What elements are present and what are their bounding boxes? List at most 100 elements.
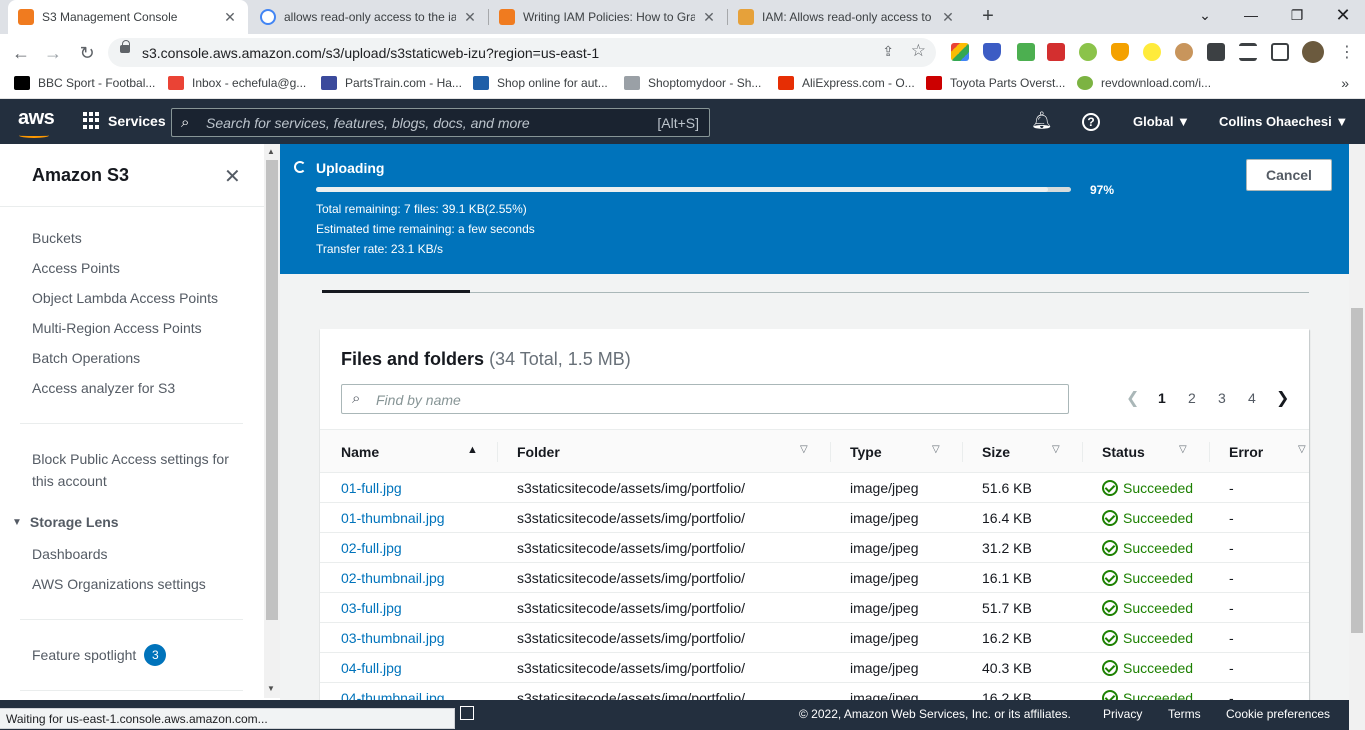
sidebar-item-dashboards[interactable]: Dashboards — [32, 543, 108, 565]
column-header-size[interactable]: Size — [982, 444, 1010, 460]
filter-caret-icon[interactable]: ▽ — [932, 444, 940, 455]
sidebar-scrollbar[interactable]: ▲ ▼ — [264, 144, 280, 698]
close-window-icon[interactable]: ✕ — [1320, 0, 1365, 30]
page-4[interactable]: 4 — [1248, 390, 1256, 406]
close-tab-icon[interactable]: ✕ — [701, 9, 717, 26]
menu-kebab-icon[interactable]: ⋮ — [1334, 40, 1360, 66]
column-header-status[interactable]: Status — [1102, 444, 1145, 460]
reload-icon[interactable]: ↻ — [74, 40, 100, 66]
file-name-link[interactable]: 01-thumbnail.jpg — [341, 510, 445, 526]
extension-icon[interactable] — [951, 43, 969, 61]
sidebar-item-object-lambda[interactable]: Object Lambda Access Points — [32, 287, 218, 309]
browser-tab[interactable]: Writing IAM Policies: How to Grant ✕ — [489, 0, 727, 34]
prev-page-icon[interactable]: ❮ — [1126, 388, 1139, 408]
bookmark-item[interactable]: PartsTrain.com - Ha... — [321, 76, 462, 90]
page-3[interactable]: 3 — [1218, 390, 1226, 406]
minimize-icon[interactable]: — — [1228, 0, 1274, 30]
column-header-folder[interactable]: Folder — [517, 444, 560, 460]
shield-extension-icon[interactable] — [983, 43, 1001, 61]
sidebar-item-access-points[interactable]: Access Points — [32, 257, 120, 279]
find-by-name-input[interactable]: ⌕ Find by name — [341, 384, 1069, 414]
bell-icon[interactable]: 🔔︎ — [1031, 111, 1053, 131]
sidebar-item-feature-spotlight[interactable]: Feature spotlight 3 — [32, 644, 167, 666]
bookmark-item[interactable]: Toyota Parts Overst... — [926, 76, 1065, 90]
bookmark-item[interactable]: BBC Sport - Footbal... — [14, 76, 155, 90]
file-name-link[interactable]: 01-full.jpg — [341, 480, 402, 496]
terms-link[interactable]: Terms — [1168, 707, 1201, 721]
filter-caret-icon[interactable]: ▽ — [1179, 444, 1187, 455]
account-menu[interactable]: Collins Ohaechesi ▼ — [1219, 114, 1348, 129]
file-name-link[interactable]: 03-full.jpg — [341, 600, 402, 616]
address-bar[interactable]: s3.console.aws.amazon.com/s3/upload/s3st… — [108, 38, 936, 67]
cookie-extension-icon[interactable] — [1175, 43, 1193, 61]
media-icon[interactable] — [1239, 43, 1257, 61]
sidebar-item-aws-organizations[interactable]: AWS Organizations settings — [32, 573, 206, 595]
region-selector[interactable]: Global ▼ — [1133, 114, 1190, 129]
help-icon[interactable]: ? — [1082, 113, 1100, 131]
bookmark-item[interactable]: Shop online for aut... — [473, 76, 608, 90]
file-type: image/jpeg — [850, 570, 919, 586]
aws-logo[interactable]: aws — [18, 107, 55, 138]
success-check-icon — [1102, 480, 1118, 496]
page-2[interactable]: 2 — [1188, 390, 1196, 406]
file-folder: s3staticsitecode/assets/img/portfolio/ — [517, 480, 745, 496]
file-name-link[interactable]: 02-full.jpg — [341, 540, 402, 556]
browser-tab[interactable]: IAM: Allows read-only access to t ✕ — [728, 0, 966, 34]
column-header-type[interactable]: Type — [850, 444, 882, 460]
bookmark-item[interactable]: Shopto​mydoor - Sh... — [624, 76, 761, 90]
bookmark-item[interactable]: revdownload.com/i... — [1077, 76, 1211, 90]
sidebar-item-multi-region[interactable]: Multi-Region Access Points — [32, 317, 202, 339]
share-icon[interactable]: ⇪ — [882, 43, 894, 60]
close-tab-icon[interactable]: ✕ — [462, 9, 478, 26]
cookie-preferences-link[interactable]: Cookie preferences — [1226, 707, 1330, 721]
close-sidebar-icon[interactable]: ✕ — [224, 164, 241, 189]
close-tab-icon[interactable]: ✕ — [222, 9, 238, 26]
external-link-icon[interactable] — [460, 706, 474, 720]
extension-icon[interactable] — [1111, 43, 1129, 61]
back-icon[interactable]: ← — [8, 40, 34, 66]
file-folder: s3staticsitecode/assets/img/portfolio/ — [517, 570, 745, 586]
sidebar-item-buckets[interactable]: Buckets — [32, 227, 82, 249]
file-folder: s3staticsitecode/assets/img/portfolio/ — [517, 600, 745, 616]
extension-icon[interactable] — [1143, 43, 1161, 61]
extension-icon[interactable] — [1079, 43, 1097, 61]
tab-search-icon[interactable]: ⌄ — [1182, 0, 1228, 30]
browser-tab[interactable]: S3 Management Console ✕ — [8, 0, 248, 34]
main-scrollbar[interactable] — [1349, 144, 1365, 730]
close-tab-icon[interactable]: ✕ — [940, 9, 956, 26]
filter-caret-icon[interactable]: ▽ — [1298, 444, 1306, 455]
new-tab-icon[interactable]: + — [976, 4, 1000, 28]
sidebar-item-batch-operations[interactable]: Batch Operations — [32, 347, 140, 369]
bookmark-item[interactable]: Inbox - echefula@g... — [168, 76, 306, 90]
file-error: - — [1229, 510, 1234, 526]
file-name-link[interactable]: 04-full.jpg — [341, 660, 402, 676]
sort-ascending-icon[interactable]: ▲ — [467, 444, 478, 456]
puzzle-extensions-icon[interactable] — [1207, 43, 1225, 61]
bookmark-item[interactable]: AliExpress.com - O... — [778, 76, 915, 90]
cancel-button[interactable]: Cancel — [1246, 159, 1332, 191]
next-page-icon[interactable]: ❯ — [1276, 388, 1289, 408]
file-name-link[interactable]: 02-thumbnail.jpg — [341, 570, 445, 586]
more-bookmarks-icon[interactable]: » — [1341, 75, 1349, 91]
forward-icon[interactable]: → — [40, 40, 66, 66]
aws-search-input[interactable]: ⌕ Search for services, features, blogs, … — [171, 108, 710, 137]
filter-caret-icon[interactable]: ▽ — [1052, 444, 1060, 455]
sidebar-item-block-public-access[interactable]: Block Public Access settings for this ac… — [32, 448, 242, 492]
sidebar-item-access-analyzer[interactable]: Access analyzer for S3 — [32, 377, 175, 399]
page-1[interactable]: 1 — [1158, 390, 1166, 406]
side-panel-icon[interactable] — [1271, 43, 1289, 61]
table-row: 03-full.jpg s3staticsitecode/assets/img/p… — [320, 593, 1309, 623]
column-header-name[interactable]: Name — [341, 444, 379, 460]
services-menu[interactable]: Services — [83, 112, 166, 129]
extension-icon[interactable] — [1017, 43, 1035, 61]
bookmark-star-icon[interactable]: ☆ — [911, 41, 926, 61]
storage-lens-section[interactable]: ▼ Storage Lens — [12, 514, 119, 530]
privacy-link[interactable]: Privacy — [1103, 707, 1142, 721]
extension-icon[interactable] — [1047, 43, 1065, 61]
profile-avatar[interactable] — [1302, 41, 1324, 63]
filter-caret-icon[interactable]: ▽ — [800, 444, 808, 455]
file-name-link[interactable]: 03-thumbnail.jpg — [341, 630, 445, 646]
browser-tab[interactable]: allows read-only access to the iam ✕ — [250, 0, 488, 34]
column-header-error[interactable]: Error — [1229, 444, 1263, 460]
restore-icon[interactable]: ❐ — [1274, 0, 1320, 30]
